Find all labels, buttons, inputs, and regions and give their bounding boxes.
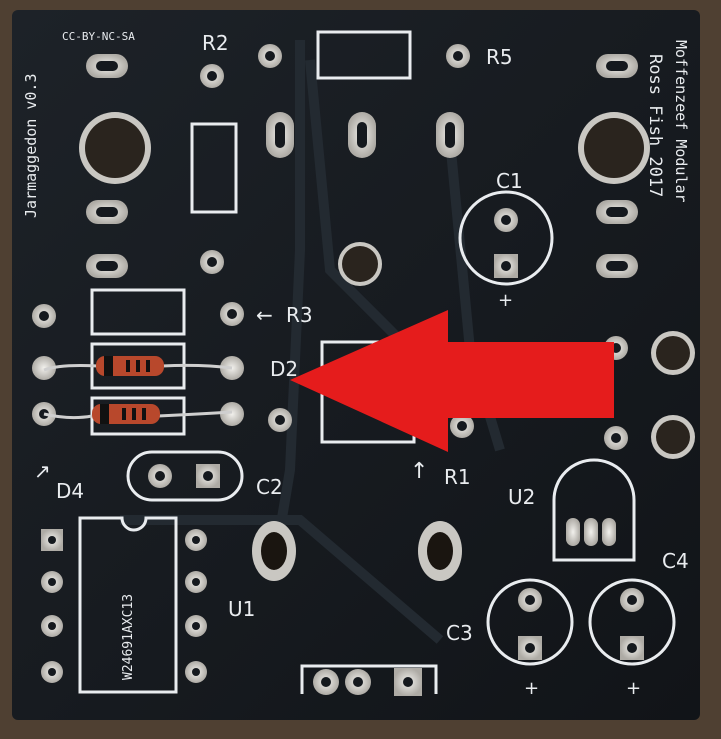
label-c3: C3 [446, 621, 473, 645]
label-r3: R3 [286, 303, 313, 327]
plus-c4: + [626, 678, 641, 699]
license-text: CC-BY-NC-SA [62, 30, 135, 43]
chip-marking: W24691AXC13 [121, 594, 136, 680]
label-c2: C2 [256, 475, 283, 499]
label-u2: U2 [508, 485, 535, 509]
arrow-diag-d4: ↗ [34, 459, 51, 483]
plus-c3: + [524, 678, 539, 699]
label-c1: C1 [496, 169, 523, 193]
label-d2: D2 [270, 357, 298, 381]
photo: CC-BY-NC-SA Jarmaggedon v0.3 Ross Fish 2… [0, 0, 721, 739]
label-c4: C4 [662, 549, 689, 573]
credit-line-2: Moffenzeef Modular [672, 40, 690, 203]
label-u1: U1 [228, 597, 255, 621]
arrow-up-r1: ↑ [410, 459, 428, 484]
pcb-photo: CC-BY-NC-SA Jarmaggedon v0.3 Ross Fish 2… [0, 0, 721, 739]
plus-c1: + [498, 290, 513, 311]
label-r1: R1 [444, 465, 471, 489]
label-r2: R2 [202, 31, 229, 55]
arrow-left-r3: ← [256, 303, 273, 327]
credit-line-1: Ross Fish 2017 [645, 54, 665, 197]
u2-pads [566, 518, 616, 546]
label-r5: R5 [486, 45, 513, 69]
label-d4: D4 [56, 479, 84, 503]
board-name: Jarmaggedon v0.3 [22, 74, 40, 219]
